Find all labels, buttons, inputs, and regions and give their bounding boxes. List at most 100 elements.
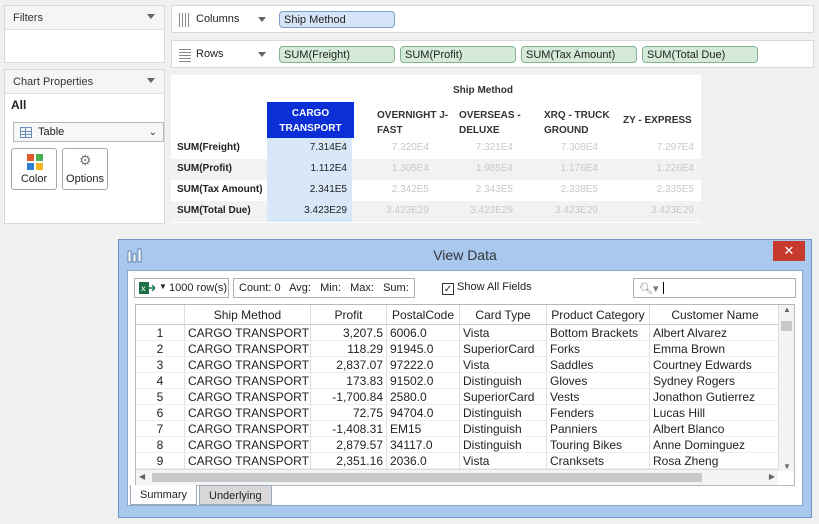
card-type-cell[interactable]: Vista: [460, 325, 547, 341]
vertical-scrollbar[interactable]: ▲ ▼: [778, 305, 794, 471]
crosstab-cell[interactable]: 3.423E29: [349, 205, 433, 216]
chart-properties-header[interactable]: Chart Properties: [5, 70, 164, 94]
scroll-thumb[interactable]: [781, 321, 792, 331]
crosstab-cell[interactable]: 2.335E5: [614, 184, 698, 195]
card-type-cell[interactable]: Distinguish: [460, 373, 547, 389]
product-category-cell[interactable]: Touring Bikes: [547, 437, 650, 453]
scope-label[interactable]: All: [11, 98, 26, 112]
product-category-cell[interactable]: Bottom Brackets: [547, 325, 650, 341]
card-type-cell[interactable]: Vista: [460, 357, 547, 373]
card-type-cell[interactable]: Vista: [460, 453, 547, 469]
column-header-postalcode[interactable]: PostalCode: [387, 305, 460, 325]
profit-cell[interactable]: 2,351.16: [311, 453, 387, 469]
scroll-up-icon[interactable]: ▲: [783, 305, 791, 314]
chevron-down-icon[interactable]: [147, 78, 155, 83]
crosstab-cell[interactable]: 3.423E29: [518, 205, 602, 216]
options-button[interactable]: ⚙ Options: [62, 148, 108, 190]
customer-name-cell[interactable]: Anne Dominguez: [650, 437, 781, 453]
row-number[interactable]: 8: [136, 437, 185, 453]
column-header-product-category[interactable]: Product Category: [547, 305, 650, 325]
crosstab-cell[interactable]: 3.423E29: [614, 205, 698, 216]
filters-header[interactable]: Filters: [5, 6, 164, 30]
ship-method-cell[interactable]: CARGO TRANSPORT: [185, 325, 311, 341]
profit-cell[interactable]: 118.29: [311, 341, 387, 357]
row-pill-profit[interactable]: SUM(Profit): [400, 46, 516, 63]
close-button[interactable]: ✕: [773, 241, 805, 261]
customer-name-cell[interactable]: Sydney Rogers: [650, 373, 781, 389]
scroll-left-icon[interactable]: ◀: [139, 472, 145, 481]
row-number[interactable]: 7: [136, 421, 185, 437]
ship-method-cell[interactable]: CARGO TRANSPORT: [185, 373, 311, 389]
product-category-cell[interactable]: Forks: [547, 341, 650, 357]
export-dropdown[interactable]: x ▼ 1000 row(s): [134, 278, 229, 298]
column-header-profit[interactable]: Profit: [311, 305, 387, 325]
crosstab-cell[interactable]: 7.308E4: [518, 142, 602, 153]
column-pill-ship-method[interactable]: Ship Method: [279, 11, 395, 28]
ship-method-cell[interactable]: CARGO TRANSPORT: [185, 421, 311, 437]
crosstab-cell[interactable]: 7.321E4: [433, 142, 517, 153]
crosstab-cell[interactable]: 2.338E5: [518, 184, 602, 195]
chevron-down-icon[interactable]: [147, 14, 155, 19]
card-type-cell[interactable]: Distinguish: [460, 421, 547, 437]
customer-name-cell[interactable]: Rosa Zheng: [650, 453, 781, 469]
crosstab-cell[interactable]: 2.342E5: [349, 184, 433, 195]
profit-cell[interactable]: 2,837.07: [311, 357, 387, 373]
card-type-cell[interactable]: Distinguish: [460, 437, 547, 453]
postalcode-cell[interactable]: EM15: [387, 421, 460, 437]
crosstab-cell[interactable]: 1.176E4: [518, 163, 602, 174]
customer-name-cell[interactable]: Lucas Hill: [650, 405, 781, 421]
customer-name-cell[interactable]: Emma Brown: [650, 341, 781, 357]
crosstab-cell[interactable]: 7.297E4: [614, 142, 698, 153]
scroll-thumb[interactable]: [152, 473, 702, 482]
row-number[interactable]: 5: [136, 389, 185, 405]
column-header-cargo-transport[interactable]: CARGO TRANSPORT: [267, 102, 354, 138]
ship-method-cell[interactable]: CARGO TRANSPORT: [185, 437, 311, 453]
scroll-right-icon[interactable]: ▶: [769, 472, 775, 481]
column-header-zy[interactable]: ZY - EXPRESS: [617, 102, 704, 138]
product-category-cell[interactable]: Saddles: [547, 357, 650, 373]
crosstab-cell[interactable]: 1.226E4: [614, 163, 698, 174]
crosstab-cell[interactable]: 2.341E5: [267, 184, 351, 195]
ship-method-cell[interactable]: CARGO TRANSPORT: [185, 389, 311, 405]
horizontal-scrollbar[interactable]: ◀ ▶: [136, 469, 778, 485]
crosstab-cell[interactable]: 2.343E5: [433, 184, 517, 195]
card-type-cell[interactable]: SuperiorCard: [460, 389, 547, 405]
product-category-cell[interactable]: Panniers: [547, 421, 650, 437]
customer-name-cell[interactable]: Jonathon Gutierrez: [650, 389, 781, 405]
tab-underlying[interactable]: Underlying: [199, 485, 272, 505]
row-label-tax-amount[interactable]: SUM(Tax Amount): [177, 184, 267, 195]
profit-cell[interactable]: 3,207.5: [311, 325, 387, 341]
profit-cell[interactable]: 173.83: [311, 373, 387, 389]
ship-method-cell[interactable]: CARGO TRANSPORT: [185, 341, 311, 357]
row-label-total-due[interactable]: SUM(Total Due): [177, 205, 267, 216]
profit-cell[interactable]: 72.75: [311, 405, 387, 421]
chart-type-select[interactable]: Table ⌄: [13, 122, 164, 142]
product-category-cell[interactable]: Vests: [547, 389, 650, 405]
row-pill-total-due[interactable]: SUM(Total Due): [642, 46, 758, 63]
customer-name-cell[interactable]: Albert Alvarez: [650, 325, 781, 341]
postalcode-cell[interactable]: 91502.0: [387, 373, 460, 389]
row-pill-tax-amount[interactable]: SUM(Tax Amount): [521, 46, 637, 63]
row-number[interactable]: 6: [136, 405, 185, 421]
profit-cell[interactable]: -1,408.31: [311, 421, 387, 437]
column-header-card-type[interactable]: Card Type: [460, 305, 547, 325]
crosstab-cell[interactable]: 1.305E4: [349, 163, 433, 174]
row-label-freight[interactable]: SUM(Freight): [177, 142, 267, 153]
ship-method-cell[interactable]: CARGO TRANSPORT: [185, 453, 311, 469]
chevron-down-icon[interactable]: [258, 52, 266, 57]
product-category-cell[interactable]: Fenders: [547, 405, 650, 421]
rows-shelf[interactable]: Rows SUM(Freight) SUM(Profit) SUM(Tax Am…: [171, 40, 814, 68]
tab-summary[interactable]: Summary: [130, 485, 198, 505]
crosstab-cell[interactable]: 3.423E29: [267, 205, 351, 216]
profit-cell[interactable]: -1,700.84: [311, 389, 387, 405]
postalcode-cell[interactable]: 97222.0: [387, 357, 460, 373]
color-button[interactable]: Color: [11, 148, 57, 190]
data-grid[interactable]: Ship Method Profit PostalCode Card Type …: [135, 304, 795, 486]
product-category-cell[interactable]: Cranksets: [547, 453, 650, 469]
crosstab-cell[interactable]: 3.423E29: [433, 205, 517, 216]
profit-cell[interactable]: 2,879.57: [311, 437, 387, 453]
row-label-profit[interactable]: SUM(Profit): [177, 163, 267, 174]
crosstab-cell[interactable]: 1.112E4: [267, 163, 351, 174]
crosstab-cell[interactable]: 7.320E4: [349, 142, 433, 153]
row-number[interactable]: 2: [136, 341, 185, 357]
